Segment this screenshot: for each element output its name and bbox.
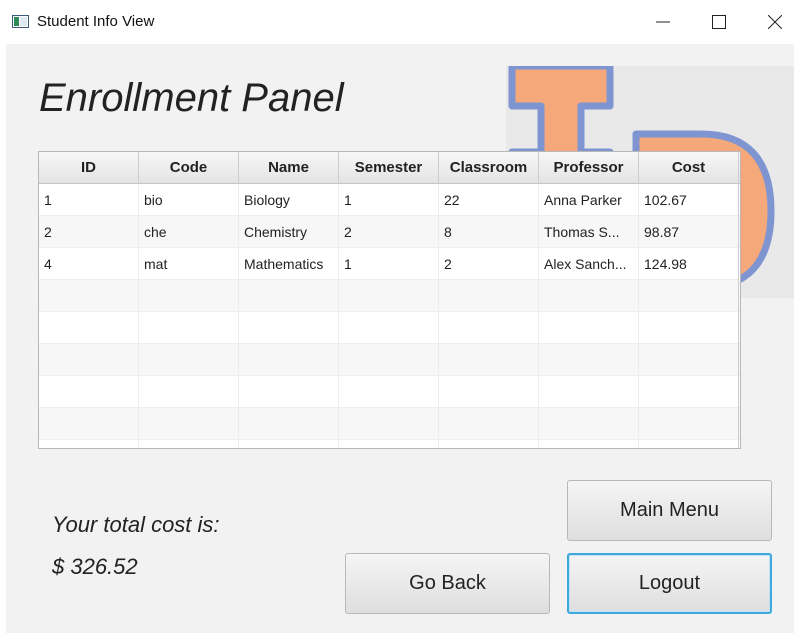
app-icon bbox=[12, 15, 29, 28]
cell-id: 1 bbox=[39, 184, 139, 216]
cell-code: che bbox=[139, 216, 239, 248]
column-header-semester[interactable]: Semester bbox=[339, 152, 439, 184]
column-header-classroom[interactable]: Classroom bbox=[439, 152, 539, 184]
maximize-button[interactable] bbox=[696, 0, 742, 44]
cell-cost: 98.87 bbox=[639, 216, 739, 248]
cell-id: 4 bbox=[39, 248, 139, 280]
column-header-code[interactable]: Code bbox=[139, 152, 239, 184]
cell-id: 2 bbox=[39, 216, 139, 248]
maximize-icon bbox=[712, 15, 726, 29]
close-button[interactable] bbox=[752, 0, 794, 44]
total-cost-value: $ 326.52 bbox=[52, 554, 138, 579]
column-header-cost[interactable]: Cost bbox=[639, 152, 739, 184]
empty-table-row bbox=[39, 440, 740, 448]
cell-classroom: 8 bbox=[439, 216, 539, 248]
cell-code: bio bbox=[139, 184, 239, 216]
title-bar: Student Info View bbox=[0, 0, 794, 44]
minimize-button[interactable] bbox=[640, 0, 686, 44]
close-icon bbox=[768, 15, 782, 29]
cell-name: Biology bbox=[239, 184, 339, 216]
table-row[interactable]: 4 mat Mathematics 1 2 Alex Sanch... 124.… bbox=[39, 248, 740, 280]
table-row[interactable]: 1 bio Biology 1 22 Anna Parker 102.67 bbox=[39, 184, 740, 216]
empty-table-row bbox=[39, 312, 740, 344]
go-back-button[interactable]: Go Back bbox=[345, 553, 550, 614]
empty-table-row bbox=[39, 376, 740, 408]
cell-name: Mathematics bbox=[239, 248, 339, 280]
cell-name: Chemistry bbox=[239, 216, 339, 248]
cell-semester: 1 bbox=[339, 248, 439, 280]
cell-cost: 124.98 bbox=[639, 248, 739, 280]
cell-code: mat bbox=[139, 248, 239, 280]
page-title: Enrollment Panel bbox=[39, 76, 344, 120]
cell-professor: Alex Sanch... bbox=[539, 248, 639, 280]
logout-button[interactable]: Logout bbox=[567, 553, 772, 614]
table-row[interactable]: 2 che Chemistry 2 8 Thomas S... 98.87 bbox=[39, 216, 740, 248]
enrollment-table[interactable]: ID Code Name Semester Classroom Professo… bbox=[38, 151, 741, 449]
main-menu-button[interactable]: Main Menu bbox=[567, 480, 772, 541]
total-cost-label: Your total cost is: bbox=[52, 512, 220, 537]
cell-semester: 2 bbox=[339, 216, 439, 248]
cell-professor: Anna Parker bbox=[539, 184, 639, 216]
column-header-id[interactable]: ID bbox=[39, 152, 139, 184]
empty-table-row bbox=[39, 408, 740, 440]
cell-classroom: 22 bbox=[439, 184, 539, 216]
column-header-professor[interactable]: Professor bbox=[539, 152, 639, 184]
main-content: Enrollment Panel ID Code Name Semester C… bbox=[6, 44, 794, 633]
cell-classroom: 2 bbox=[439, 248, 539, 280]
cell-semester: 1 bbox=[339, 184, 439, 216]
window-title: Student Info View bbox=[37, 13, 155, 30]
cell-professor: Thomas S... bbox=[539, 216, 639, 248]
empty-table-row bbox=[39, 344, 740, 376]
column-header-name[interactable]: Name bbox=[239, 152, 339, 184]
empty-table-row bbox=[39, 280, 740, 312]
minimize-icon bbox=[656, 21, 670, 23]
table-header: ID Code Name Semester Classroom Professo… bbox=[39, 152, 740, 184]
cell-cost: 102.67 bbox=[639, 184, 739, 216]
